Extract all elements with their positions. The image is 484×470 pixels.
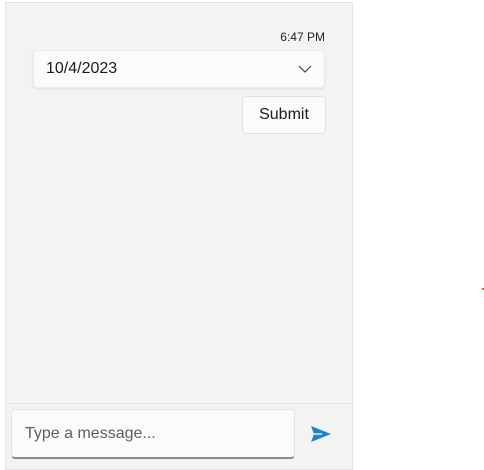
date-picker-dropdown[interactable]: 10/4/2023: [33, 50, 325, 88]
send-icon: [311, 426, 331, 442]
send-button[interactable]: [308, 422, 334, 446]
message-input[interactable]: [11, 409, 295, 459]
chevron-down-icon: [298, 65, 312, 73]
date-value: 10/4/2023: [46, 60, 118, 77]
composer-divider: [6, 403, 352, 404]
submit-button[interactable]: Submit: [242, 96, 326, 134]
chat-panel: 6:47 PM 10/4/2023 Submit: [5, 2, 353, 470]
message-timestamp: 6:47 PM: [280, 30, 325, 44]
